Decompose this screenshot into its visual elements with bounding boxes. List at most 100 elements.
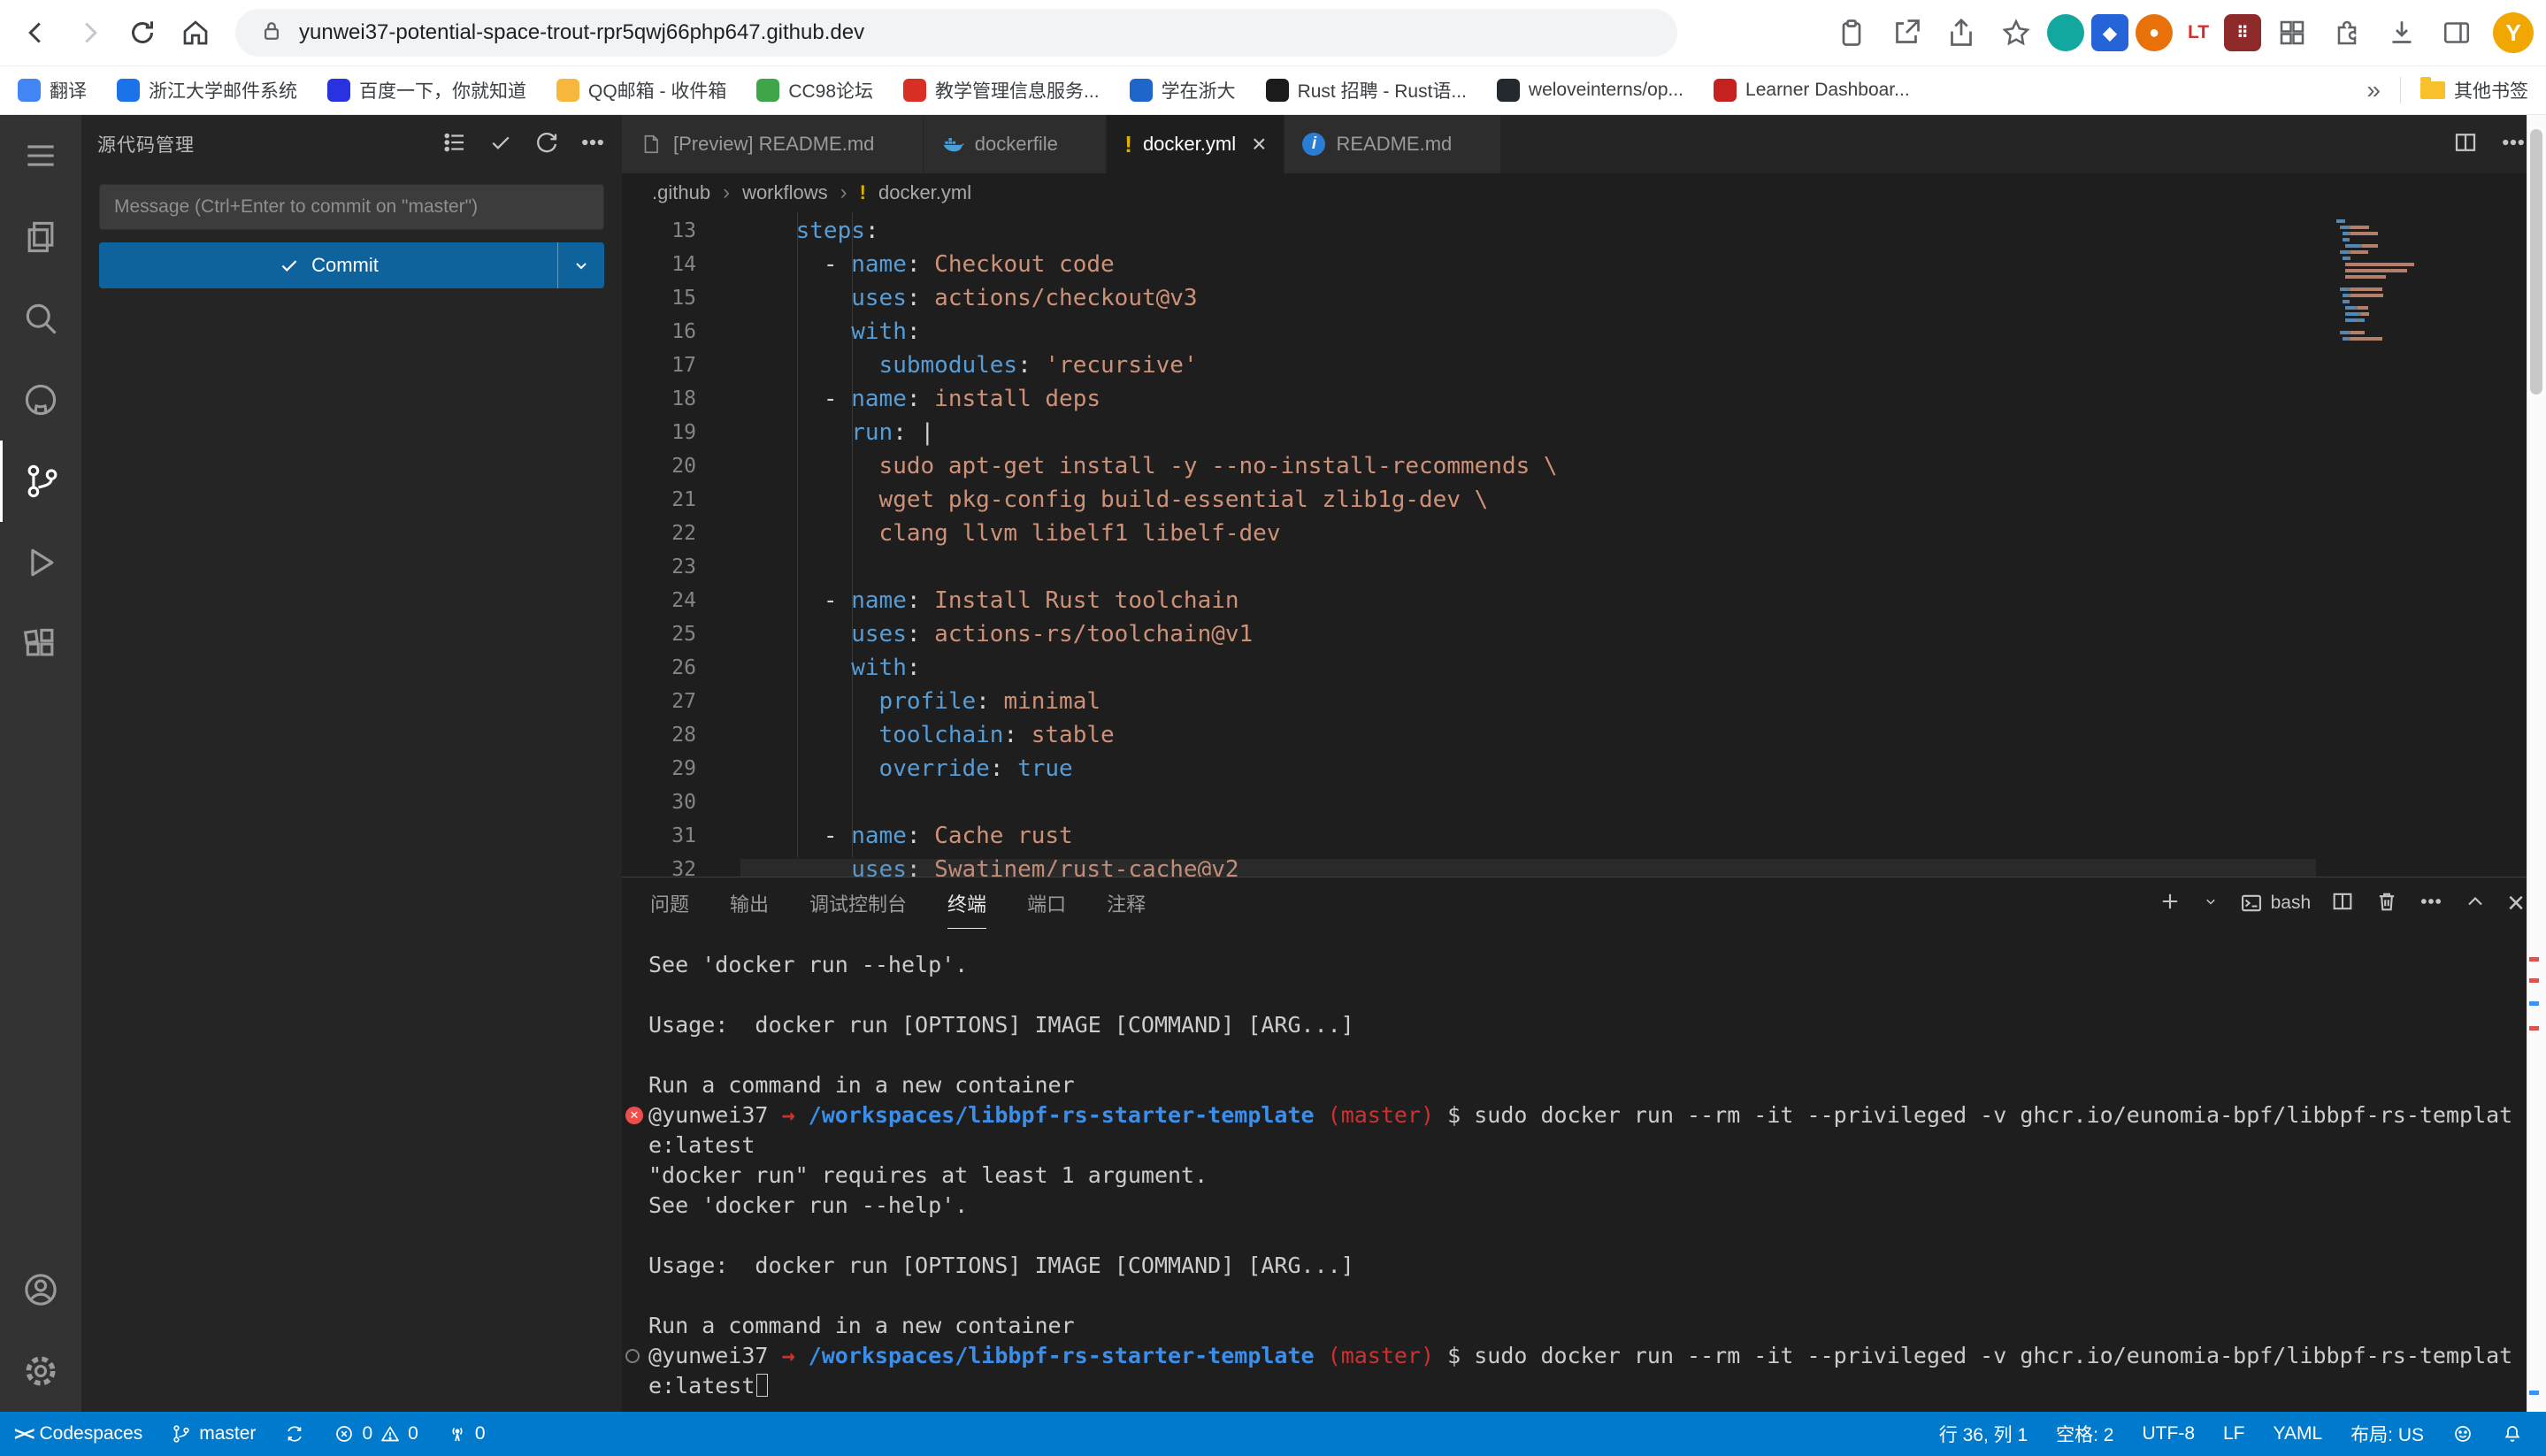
other-bookmarks-folder[interactable]: 其他书签 [2420,77,2528,103]
command-error-icon[interactable]: ✕ [625,1107,643,1124]
extension-icon-orange[interactable]: ● [2136,14,2173,51]
commit-button[interactable]: Commit [99,242,604,288]
kill-terminal-icon[interactable] [2374,889,2399,918]
refresh-icon[interactable] [533,129,560,160]
problems-indicator[interactable]: 0 0 [319,1412,432,1456]
close-panel-icon[interactable]: × [2507,888,2525,918]
panel-tab[interactable]: 调试控制台 [809,877,907,929]
breadcrumb-item[interactable]: workflows [742,181,828,204]
code-line[interactable]: 21 wget pkg-config build-essential zlib1… [622,483,2546,517]
remote-indicator[interactable]: >< Codespaces [0,1412,157,1456]
editor-more-actions-icon[interactable] [2500,129,2527,160]
bookmark-item[interactable]: QQ邮箱 - 收件箱 [556,77,726,103]
share-icon[interactable] [1937,9,1985,57]
code-line[interactable]: 14 - name: Checkout code [622,248,2546,281]
commit-message-input[interactable] [99,184,604,230]
page-scrollbar-thumb[interactable] [2530,129,2542,395]
bookmark-item[interactable]: CC98论坛 [756,77,873,103]
editor-tab[interactable]: [Preview] README.md× [622,115,924,173]
split-terminal-icon[interactable] [2330,889,2355,918]
code-line[interactable]: 17 submodules: 'recursive' [622,349,2546,382]
extension-icon-teal[interactable] [2047,14,2084,51]
breadcrumb-item[interactable]: docker.yml [878,181,971,204]
bookmark-item[interactable]: 教学管理信息服务... [903,77,1100,103]
code-line[interactable]: 16 with: [622,315,2546,349]
code-line[interactable]: 24 - name: Install Rust toolchain [622,584,2546,617]
bookmark-item[interactable]: 翻译 [18,77,87,103]
open-in-new-icon[interactable] [1883,9,1930,57]
back-icon[interactable] [12,9,60,57]
source-control-icon[interactable] [0,441,81,522]
grid-icon[interactable] [2268,9,2316,57]
editor-tab[interactable]: !docker.yml× [1107,115,1285,173]
terminal-profile-chevron-icon[interactable] [2202,893,2220,915]
status-item[interactable]: 空格: 2 [2042,1412,2128,1456]
extension-icon-maroon[interactable]: ⠿ [2224,14,2261,51]
extensions-puzzle-icon[interactable] [2323,9,2371,57]
bookmark-item[interactable]: 浙江大学邮件系统 [117,77,297,103]
code-line[interactable]: 31 - name: Cache rust [622,819,2546,853]
panel-more-actions-icon[interactable] [2419,889,2443,918]
editor-tab[interactable]: iREADME.md× [1285,115,1500,173]
github-icon[interactable] [0,359,81,441]
search-icon[interactable] [0,278,81,359]
bookmark-item[interactable]: Rust 招聘 - Rust语... [1266,77,1467,103]
address-bar[interactable]: yunwei37-potential-space-trout-rpr5qwj66… [235,9,1677,57]
reload-icon[interactable] [119,9,166,57]
status-item[interactable]: UTF-8 [2128,1412,2210,1456]
tab-close-icon[interactable]: × [1252,130,1266,158]
extension-icon-blue[interactable]: ◆ [2091,14,2128,51]
code-line[interactable]: 20 sudo apt-get install -y --no-install-… [622,449,2546,483]
explorer-icon[interactable] [0,196,81,278]
code-line[interactable]: 27 profile: minimal [622,685,2546,718]
code-line[interactable]: 22 clang llvm libelf1 libelf-dev [622,517,2546,550]
account-icon[interactable] [0,1249,81,1330]
status-item[interactable]: YAML [2259,1412,2337,1456]
panel-tab[interactable]: 终端 [947,877,986,929]
status-item[interactable]: 行 36, 列 1 [1925,1412,2042,1456]
panel-tab[interactable]: 端口 [1027,877,1066,929]
panel-tab[interactable]: 注释 [1107,877,1146,929]
bookmarks-overflow-chevron[interactable]: » [2366,76,2381,104]
notifications-bell-icon[interactable] [2488,1412,2537,1456]
page-scrollbar[interactable] [2527,115,2546,1412]
new-terminal-icon[interactable] [2158,889,2182,918]
download-icon[interactable] [2378,9,2426,57]
code-line[interactable]: 13 steps: [622,214,2546,248]
code-editor[interactable]: 13 steps:14 - name: Checkout code15 uses… [622,212,2546,877]
branch-indicator[interactable]: master [157,1412,270,1456]
bookmark-item[interactable]: weloveinterns/op... [1497,79,1683,102]
commit-dropdown-chevron[interactable] [558,242,604,288]
settings-gear-icon[interactable] [0,1330,81,1412]
terminal-instance-item[interactable]: bash [2239,891,2312,916]
profile-avatar[interactable]: Y [2493,12,2534,53]
code-line[interactable]: 25 uses: actions-rs/toolchain@v1 [622,617,2546,651]
breadcrumb-item[interactable]: .github [652,181,710,204]
side-panel-icon[interactable] [2433,9,2481,57]
extension-icon-lt[interactable]: LT [2180,14,2217,51]
minimap[interactable] [2319,212,2527,877]
more-actions-icon[interactable] [579,129,606,160]
clipboard-icon[interactable] [1828,9,1875,57]
panel-tab[interactable]: 问题 [650,877,689,929]
code-line[interactable]: 15 uses: actions/checkout@v3 [622,281,2546,315]
panel-tab[interactable]: 输出 [730,877,769,929]
maximize-panel-icon[interactable] [2463,889,2488,918]
code-line[interactable]: 19 run: | [622,416,2546,449]
extensions-icon[interactable] [0,603,81,685]
run-debug-icon[interactable] [0,522,81,603]
bookmark-item[interactable]: 百度一下，你就知道 [327,77,526,103]
status-item[interactable]: LF [2209,1412,2259,1456]
code-line[interactable]: 26 with: [622,651,2546,685]
bookmark-item[interactable]: Learner Dashboar... [1714,79,1910,102]
view-as-list-icon[interactable] [441,129,468,160]
code-line[interactable]: 23 [622,550,2546,584]
commit-check-icon[interactable] [487,129,514,160]
split-editor-icon[interactable] [2452,129,2479,160]
code-line[interactable]: 28 toolchain: stable [622,718,2546,752]
code-line[interactable]: 30 [622,785,2546,819]
feedback-smiley-icon[interactable] [2438,1412,2488,1456]
status-item[interactable]: 布局: US [2336,1412,2438,1456]
command-pending-icon[interactable] [625,1349,640,1363]
home-icon[interactable] [172,9,219,57]
